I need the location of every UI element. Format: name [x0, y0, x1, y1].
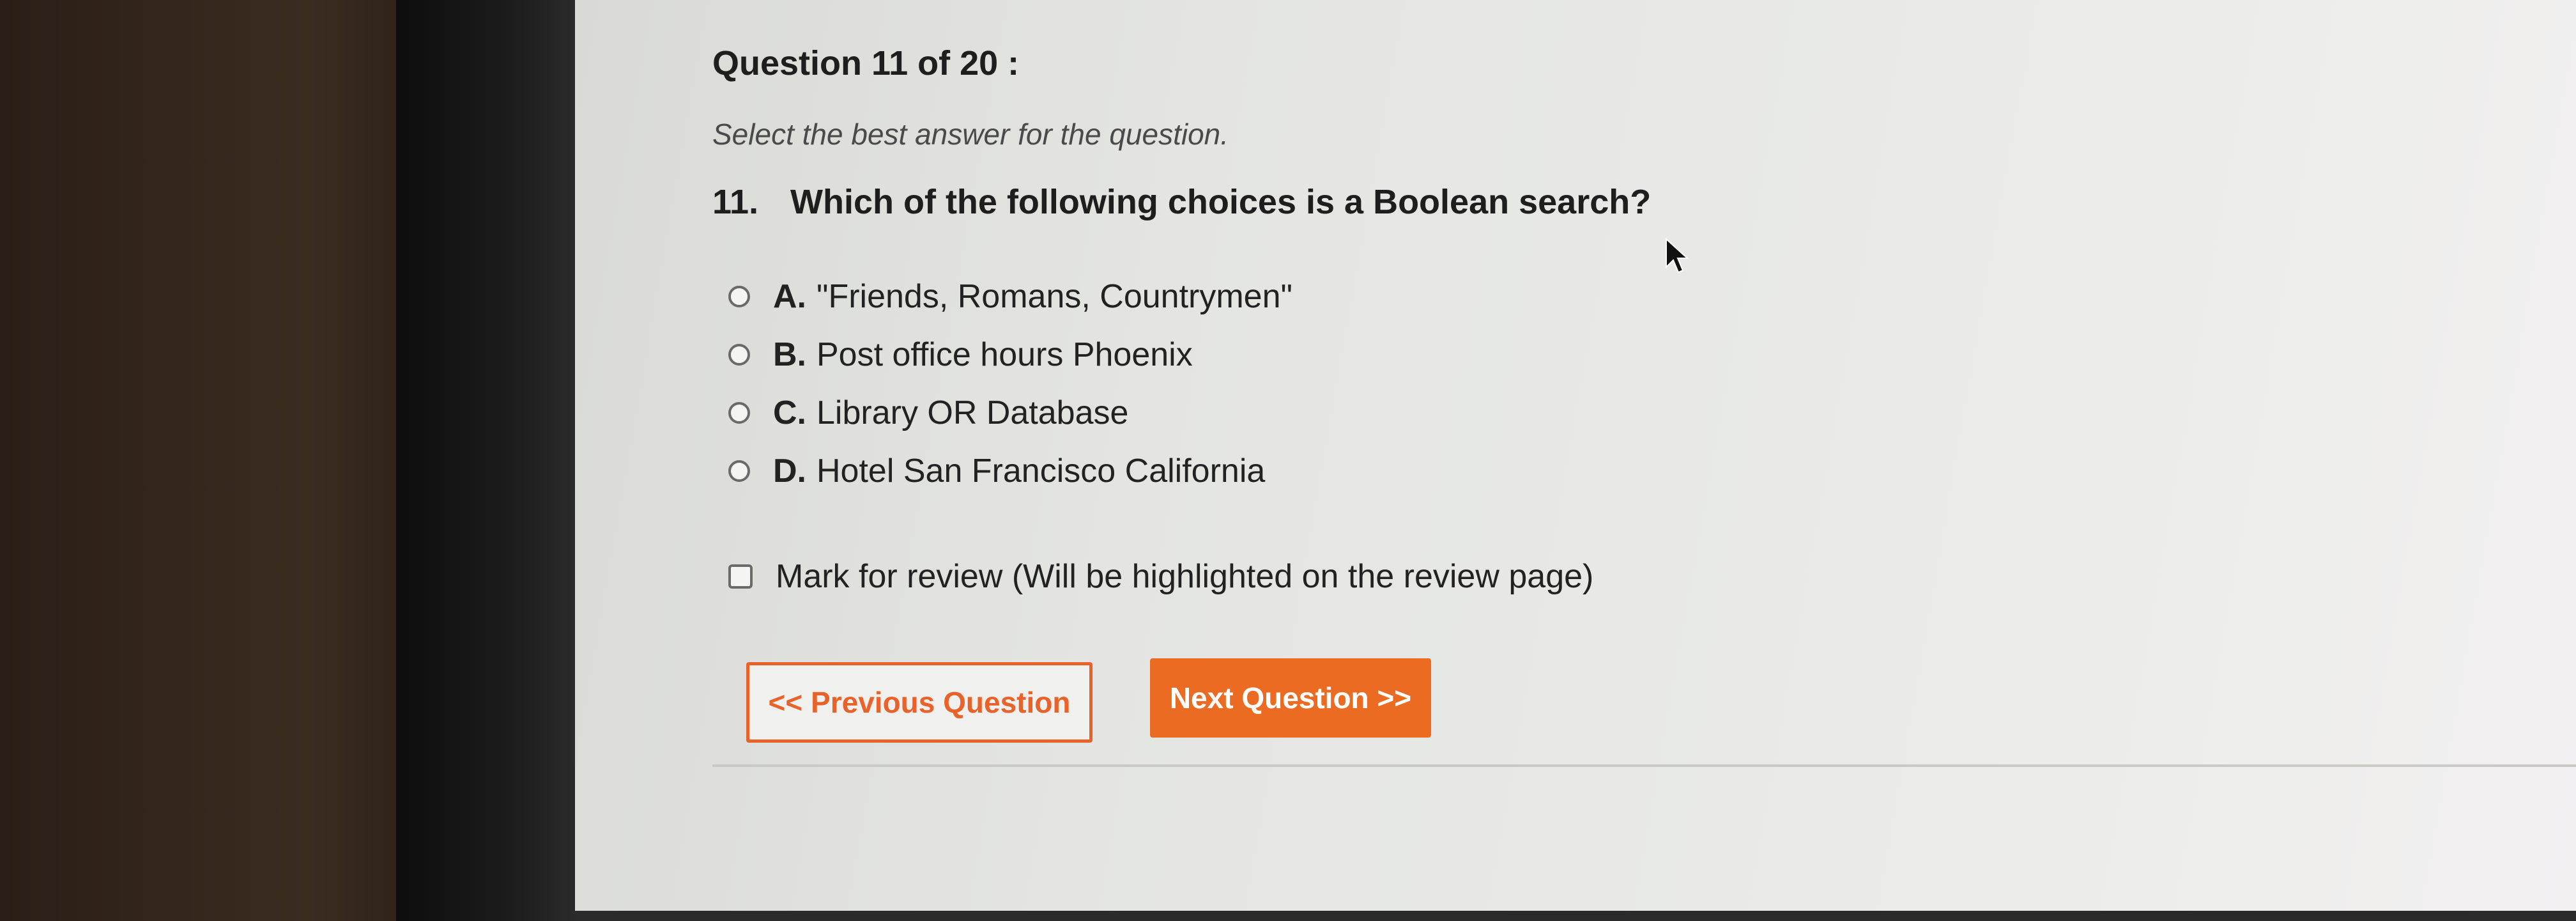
radio-button-c[interactable]	[728, 402, 750, 424]
previous-question-button[interactable]: << Previous Question	[746, 662, 1092, 743]
answer-option-b[interactable]: B. Post office hours Phoenix	[728, 336, 1193, 374]
option-text: Post office hours Phoenix	[816, 336, 1193, 373]
answer-option-d[interactable]: D. Hotel San Francisco California	[728, 452, 1265, 490]
question-prompt: 11. Which of the following choices is a B…	[712, 182, 1651, 222]
question-counter: Question 11 of 20 :	[712, 44, 1020, 82]
question-number: 11.	[712, 183, 759, 221]
instructions-text: Select the best answer for the question.	[712, 118, 1229, 151]
radio-button-d[interactable]	[728, 460, 750, 482]
mark-for-review[interactable]: Mark for review (Will be highlighted on …	[728, 557, 1593, 596]
mouse-pointer-icon	[1666, 238, 1689, 274]
review-checkbox[interactable]	[728, 564, 753, 589]
option-letter: C.	[773, 394, 806, 431]
review-label: Mark for review (Will be highlighted on …	[776, 558, 1594, 595]
radio-button-b[interactable]	[728, 344, 750, 366]
footer-divider	[712, 764, 2576, 767]
option-text: Hotel San Francisco California	[816, 453, 1266, 490]
next-question-button[interactable]: Next Question >>	[1150, 658, 1431, 738]
option-text: "Friends, Romans, Countrymen"	[816, 278, 1292, 315]
answer-option-c[interactable]: C. Library OR Database	[728, 394, 1128, 432]
radio-button-a[interactable]	[728, 286, 750, 307]
option-letter: D.	[773, 453, 806, 490]
photo-background: Question 11 of 20 : Select the best answ…	[0, 0, 2576, 921]
question-text: Which of the following choices is a Bool…	[790, 183, 1652, 221]
option-letter: A.	[773, 278, 806, 315]
screen-bottom-edge	[575, 911, 2576, 921]
answer-option-a[interactable]: A. "Friends, Romans, Countrymen"	[728, 277, 1292, 316]
monitor-bezel	[396, 0, 575, 921]
option-letter: B.	[773, 336, 806, 373]
option-text: Library OR Database	[816, 394, 1129, 431]
